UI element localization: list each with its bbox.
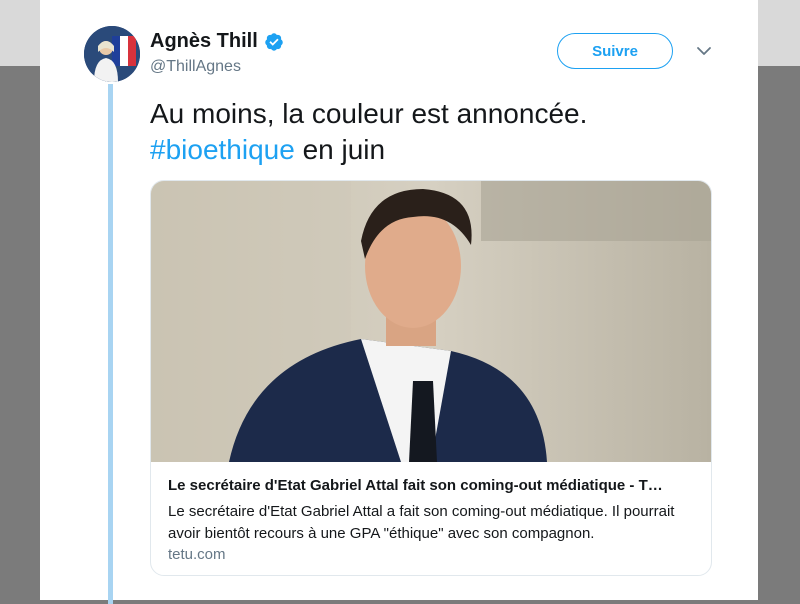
author-name[interactable]: Agnès Thill <box>150 30 258 53</box>
tweet-modal: Agnès Thill @ThillAgnes Suivre Au moins,… <box>40 0 758 604</box>
follow-button[interactable]: Suivre <box>557 33 673 69</box>
tweet-text: Au moins, la couleur est annoncée. #bioe… <box>150 96 730 168</box>
card-description: Le secrétaire d'Etat Gabriel Attal a fai… <box>168 503 675 542</box>
tweet-line-2: #bioethique en juin <box>150 132 730 168</box>
tweet-line-1: Au moins, la couleur est annoncée. <box>150 98 588 129</box>
thread-line <box>108 84 113 604</box>
card-image <box>151 181 711 462</box>
author-name-row: Agnès Thill <box>150 30 284 53</box>
card-title[interactable]: Le secrétaire d'Etat Gabriel Attal fait … <box>168 477 698 494</box>
verified-badge-icon <box>265 32 283 51</box>
author-handle[interactable]: @ThillAgnes <box>150 58 241 76</box>
hashtag-link[interactable]: #bioethique <box>150 134 295 165</box>
tweet-line-2-rest: en juin <box>294 134 386 165</box>
link-card[interactable]: Le secrétaire d'Etat Gabriel Attal fait … <box>150 180 712 576</box>
chevron-down-icon[interactable] <box>696 45 712 57</box>
avatar[interactable] <box>84 26 140 82</box>
card-domain: tetu.com <box>168 546 226 563</box>
